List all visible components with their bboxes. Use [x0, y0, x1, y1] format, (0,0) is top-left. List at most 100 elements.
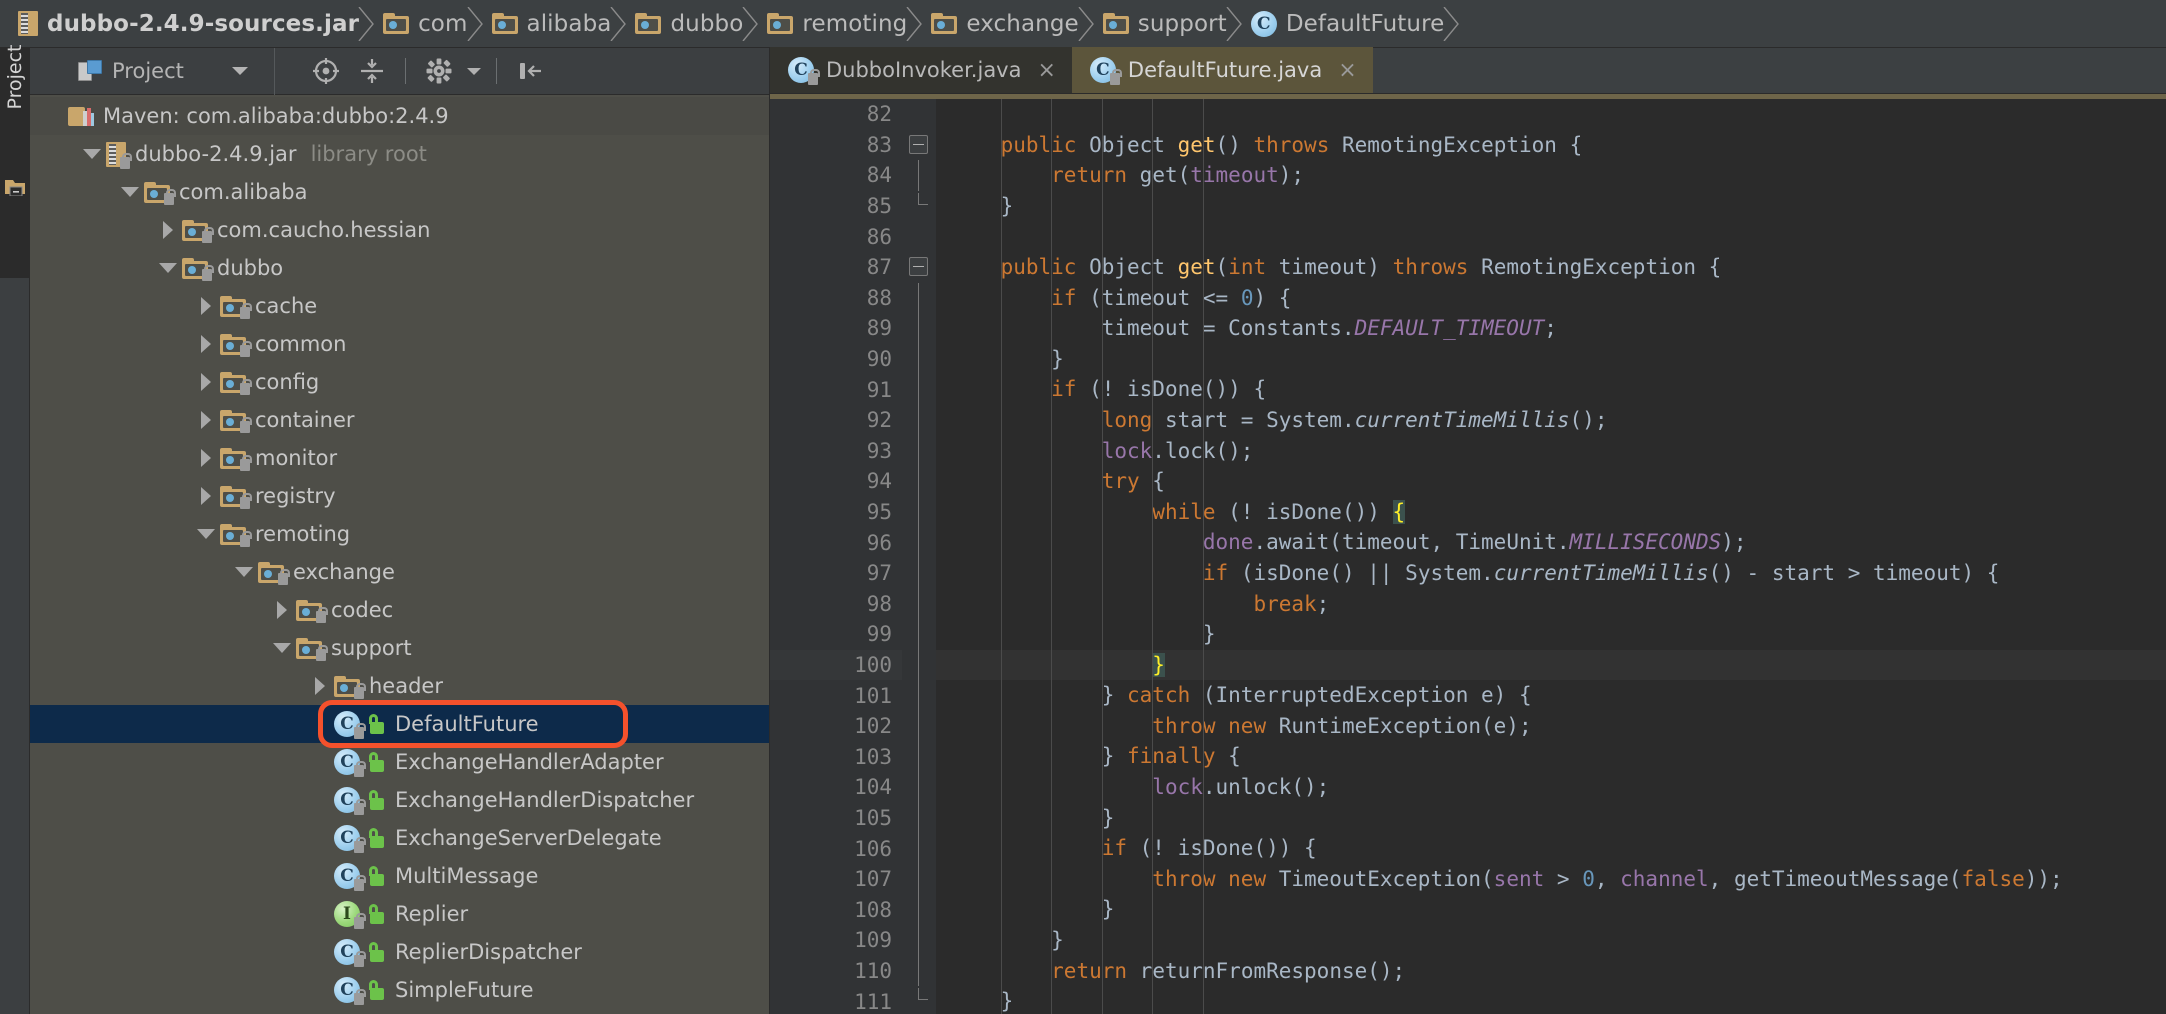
breadcrumb-item-exchange[interactable]: exchange [921, 0, 1094, 48]
gutter-line-number[interactable]: 106 [770, 833, 902, 864]
fold-marker-slot[interactable] [902, 649, 936, 681]
gutter-line-number[interactable]: 88 [770, 283, 902, 314]
gutter-line-number[interactable]: 107 [770, 864, 902, 895]
fold-marker-slot[interactable] [902, 802, 936, 834]
collapse-triangle-icon[interactable] [230, 553, 258, 591]
gutter-line-number[interactable]: 100 [770, 649, 902, 681]
fold-marker-slot[interactable] [902, 680, 936, 711]
fold-marker-slot[interactable] [902, 466, 936, 497]
code-line[interactable]: public Object get() throws RemotingExcep… [936, 130, 2166, 161]
tree-item[interactable]: cache [30, 287, 769, 325]
tree-item[interactable]: C ExchangeServerDelegate [30, 819, 769, 857]
tree-item[interactable]: exchange [30, 553, 769, 591]
expand-triangle-icon[interactable] [306, 667, 334, 705]
gutter-line-number[interactable]: 94 [770, 466, 902, 497]
code-line[interactable]: if (timeout <= 0) { [936, 283, 2166, 314]
fold-marker-slot[interactable] [902, 496, 936, 528]
gutter-line-number[interactable]: 104 [770, 772, 902, 803]
gutter-line-number[interactable]: 83I [770, 130, 979, 161]
collapse-all-icon[interactable] [349, 51, 395, 91]
tree-item[interactable]: codec [30, 591, 769, 629]
tree-item[interactable]: C SimpleFuture [30, 971, 769, 1009]
gutter-line-number[interactable]: 91 [770, 374, 902, 405]
code-line[interactable]: } [936, 803, 2166, 834]
fold-marker-slot[interactable] [902, 557, 936, 589]
tree-item[interactable]: common [30, 325, 769, 363]
gutter-line-number[interactable]: 86 [770, 221, 902, 252]
code-line[interactable] [936, 221, 2166, 252]
fold-marker-slot[interactable] [902, 160, 936, 191]
fold-marker-slot[interactable] [902, 374, 936, 405]
collapse-triangle-icon[interactable] [192, 515, 220, 553]
tree-item[interactable]: dubbo-2.4.9.jar library root [30, 135, 769, 173]
code-line[interactable]: if (isDone() || System.currentTimeMillis… [936, 558, 2166, 589]
code-line[interactable]: } [936, 894, 2166, 925]
gutter-line-number[interactable]: 101 [770, 680, 902, 711]
tree-item[interactable]: container [30, 401, 769, 439]
fold-marker-slot[interactable] [902, 343, 936, 375]
tree-item[interactable]: com.caucho.hessian [30, 211, 769, 249]
locate-icon[interactable] [303, 51, 349, 91]
code-line[interactable]: while (! isDone()) { [936, 497, 2166, 528]
gutter-line-number[interactable]: 109 [770, 925, 902, 956]
code-line[interactable]: break; [936, 589, 2166, 620]
gutter-line-number[interactable]: 92 [770, 405, 902, 436]
code-line[interactable]: try { [936, 466, 2166, 497]
tree-item[interactable]: C MultiMessage [30, 857, 769, 895]
fold-marker-slot[interactable] [902, 772, 936, 803]
gutter-line-number[interactable]: 99 [770, 619, 902, 650]
project-tree[interactable]: Maven: com.alibaba:dubbo:2.4.9 dubbo-2.4.… [30, 95, 769, 1014]
tree-item-selected[interactable]: C DefaultFuture [30, 705, 769, 743]
expand-triangle-icon[interactable] [192, 401, 220, 439]
tree-item[interactable]: I Replier [30, 895, 769, 933]
tree-item[interactable]: monitor [30, 439, 769, 477]
tree-item[interactable]: C ExchangeHandlerDispatcher [30, 781, 769, 819]
tree-item[interactable]: header [30, 667, 769, 705]
gutter-line-number[interactable]: 102 [770, 711, 902, 742]
editor-tab-dubboinvoker-java[interactable]: C DubboInvoker.java × [770, 47, 1072, 93]
fold-marker-slot[interactable] [902, 252, 936, 283]
expand-triangle-icon[interactable] [192, 363, 220, 401]
fold-marker-slot[interactable] [902, 282, 936, 314]
tree-item[interactable]: com.alibaba [30, 173, 769, 211]
editor-fold-column[interactable] [902, 99, 936, 1014]
fold-marker-slot[interactable] [902, 894, 936, 926]
close-icon[interactable]: × [1037, 58, 1055, 83]
fold-marker-slot[interactable] [902, 130, 936, 161]
code-line[interactable] [936, 99, 2166, 130]
fold-marker-slot[interactable] [902, 619, 936, 650]
code-line[interactable]: throw new TimeoutException(sent > 0, cha… [936, 864, 2166, 895]
code-line[interactable]: } [936, 191, 2166, 222]
code-line[interactable]: return returnFromResponse(); [936, 956, 2166, 987]
tree-item[interactable]: dubbo [30, 249, 769, 287]
close-icon[interactable]: × [1338, 58, 1356, 83]
collapse-triangle-icon[interactable] [78, 135, 106, 173]
fold-marker-slot[interactable] [902, 191, 936, 222]
code-line[interactable]: } [936, 925, 2166, 956]
code-line[interactable]: if (! isDone()) { [936, 833, 2166, 864]
fold-marker-slot[interactable] [902, 527, 936, 558]
tree-item[interactable]: support [30, 629, 769, 667]
code-line[interactable]: return get(timeout); [936, 160, 2166, 191]
breadcrumb-item-dubbo[interactable]: dubbo [625, 0, 759, 48]
fold-marker-slot[interactable] [902, 435, 936, 467]
code-line[interactable]: timeout = Constants.DEFAULT_TIMEOUT; [936, 313, 2166, 344]
collapse-triangle-icon[interactable] [154, 249, 182, 287]
gutter-line-number[interactable]: 84 [770, 160, 902, 191]
gutter-line-number[interactable]: 108 [770, 894, 902, 925]
project-panel-title-group[interactable]: Project [30, 47, 275, 95]
gutter-line-number[interactable]: 87I [770, 252, 979, 283]
gutter-line-number[interactable]: 105 [770, 803, 902, 834]
tree-item[interactable]: remoting [30, 515, 769, 553]
code-line[interactable]: throw new RuntimeException(e); [936, 711, 2166, 742]
fold-marker-slot[interactable] [902, 710, 936, 742]
gutter-line-number[interactable]: 82 [770, 99, 902, 130]
tool-strip-label-project[interactable]: Project [4, 29, 26, 125]
collapse-triangle-icon[interactable] [116, 173, 144, 211]
code-line[interactable]: } catch (InterruptedException e) { [936, 680, 2166, 711]
code-line[interactable]: done.await(timeout, TimeUnit.MILLISECOND… [936, 527, 2166, 558]
code-line[interactable]: } [936, 986, 2166, 1014]
gutter-line-number[interactable]: 89 [770, 313, 902, 344]
tree-item[interactable]: registry [30, 477, 769, 515]
expand-triangle-icon[interactable] [268, 591, 296, 629]
